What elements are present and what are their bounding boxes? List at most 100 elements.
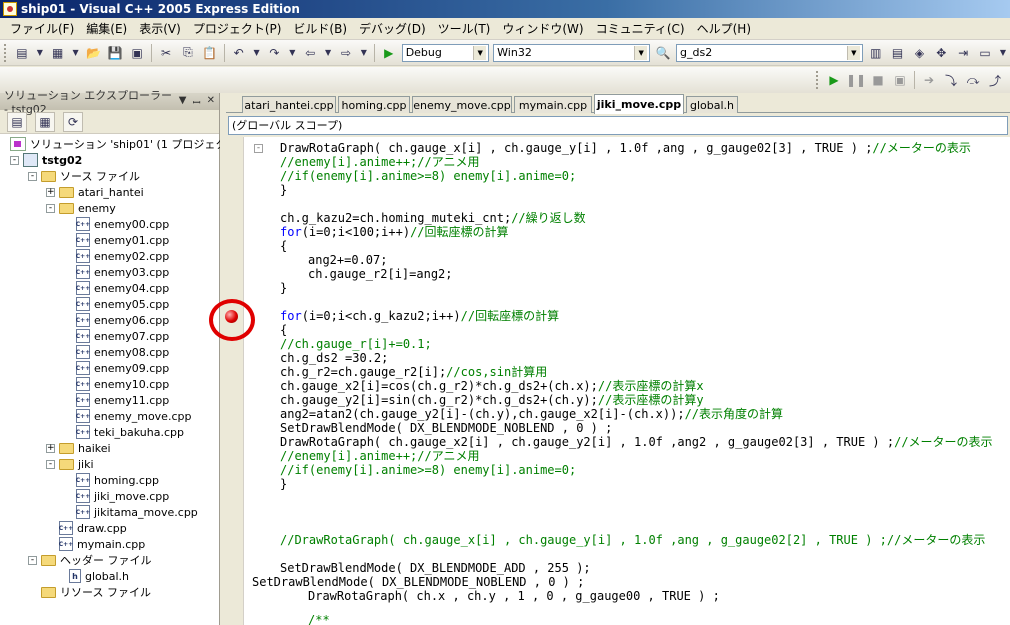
toolbar-grip[interactable] [4,43,8,62]
tree-node[interactable]: C++ enemy02.cpp [0,248,219,264]
tree-node[interactable]: C++ homing.cpp [0,472,219,488]
tree-node[interactable]: C++ mymain.cpp [0,536,219,552]
collapse-icon[interactable]: - [28,555,37,565]
tree-node[interactable]: ソリューション 'ship01' (1 プロジェクト) [0,136,242,152]
tab-enemy-move[interactable]: enemy_move.cpp [412,96,512,113]
expand-icon[interactable]: + [46,187,55,197]
toolbar-grip[interactable] [816,71,820,89]
platform-select[interactable]: Win32 ▼ [493,43,651,62]
chevron-down-icon[interactable]: ▼ [34,43,46,63]
tree-node[interactable]: + atari_hantei [0,184,219,200]
collapse-icon[interactable]: - [10,155,19,165]
continue-icon[interactable]: ▶ [824,70,844,90]
object-browser-icon[interactable]: ◈ [910,43,930,63]
menu-file[interactable]: ファイル(F) [4,18,80,39]
tree-node[interactable]: C++ enemy01.cpp [0,232,219,248]
restart-icon[interactable]: ▣ [890,70,910,90]
tree-node[interactable]: - ヘッダー ファイル [0,552,219,568]
open-folder-icon[interactable]: 📂 [84,43,104,63]
tree-node[interactable]: - tstg02 [0,152,219,168]
tab-mymain[interactable]: mymain.cpp [514,96,592,113]
chevron-down-icon[interactable]: ▼ [358,43,370,63]
tree-node[interactable]: C++ enemy05.cpp [0,296,219,312]
tree-node[interactable]: - jiki [0,456,219,472]
find-in-files-icon[interactable]: 🔍 [653,43,673,63]
add-item-icon[interactable]: ▦ [48,43,68,63]
cut-icon[interactable]: ✂ [156,43,176,63]
menu-tools[interactable]: ツール(T) [432,18,497,39]
tree-node[interactable]: C++ teki_bakuha.cpp [0,424,219,440]
code-editor[interactable]: - DrawRotaGraph( ch.gauge_x[i] , ch.gaug… [226,137,1010,625]
menu-window[interactable]: ウィンドウ(W) [496,18,589,39]
tab-atari-hantei[interactable]: atari_hantei.cpp [242,96,336,113]
refresh-icon[interactable]: ⟳ [63,111,83,132]
tree-node[interactable]: C++ jikitama_move.cpp [0,504,219,520]
step-into-icon[interactable]: ⤵ [941,70,961,90]
tree-node[interactable]: C++ enemy04.cpp [0,280,219,296]
chevron-down-icon[interactable]: ▼ [179,95,187,109]
tree-node[interactable]: + haikei [0,440,219,456]
navigate-forward-icon[interactable]: ⇨ [336,43,356,63]
tree-node[interactable]: C++ enemy06.cpp [0,312,219,328]
show-next-statement-icon[interactable]: ➔ [919,70,939,90]
properties-icon[interactable]: ▤ [888,43,908,63]
window-list-icon[interactable]: ▭ [975,43,995,63]
chevron-down-icon[interactable]: ▼ [997,43,1009,63]
solution-explorer-icon[interactable]: ▥ [866,43,886,63]
expand-icon[interactable]: + [46,443,55,453]
properties-icon[interactable]: ▤ [7,111,27,132]
collapse-icon[interactable]: - [46,459,55,469]
tree-node[interactable]: C++ enemy03.cpp [0,264,219,280]
undo-icon[interactable]: ↶ [229,43,249,63]
collapse-icon[interactable]: - [46,203,55,213]
menu-debug[interactable]: デバッグ(D) [353,18,432,39]
tree-node[interactable]: C++ draw.cpp [0,520,219,536]
stop-icon[interactable]: ■ [868,70,888,90]
menu-view[interactable]: 表示(V) [133,18,187,39]
chevron-down-icon[interactable]: ▼ [251,43,263,63]
menu-edit[interactable]: 編集(E) [80,18,133,39]
pause-icon[interactable]: ❚❚ [846,70,866,90]
chevron-down-icon[interactable]: ▼ [473,45,487,60]
tree-node[interactable]: C++ enemy09.cpp [0,360,219,376]
step-over-icon[interactable]: ⤼ [963,70,983,90]
tree-node[interactable]: C++ enemy07.cpp [0,328,219,344]
start-page-icon[interactable]: ⇥ [953,43,973,63]
menu-project[interactable]: プロジェクト(P) [187,18,288,39]
tree-node[interactable]: - ソース ファイル [0,168,219,184]
paste-icon[interactable]: 📋 [200,43,220,63]
tree-node[interactable]: C++ jiki_move.cpp [0,488,219,504]
chevron-down-icon[interactable]: ▼ [634,45,648,60]
tree-node[interactable]: - enemy [0,200,219,216]
tab-homing[interactable]: homing.cpp [338,96,410,113]
save-all-icon[interactable]: ▣ [127,43,147,63]
save-icon[interactable]: 💾 [105,43,125,63]
chevron-down-icon[interactable]: ▼ [846,45,860,60]
close-icon[interactable]: ✕ [207,95,215,109]
collapse-icon[interactable]: - [254,144,263,153]
new-project-icon[interactable]: ▤ [12,43,32,63]
find-combo[interactable]: g_ds2 ▼ [676,43,863,62]
tree-node[interactable]: リソース ファイル [0,584,219,600]
chevron-down-icon[interactable]: ▼ [70,43,82,63]
tree-node[interactable]: C++ enemy_move.cpp [0,408,219,424]
pin-icon[interactable]: ꟷ [192,95,200,109]
tree-node[interactable]: C++ enemy00.cpp [0,216,219,232]
menu-help[interactable]: ヘルプ(H) [691,18,757,39]
chevron-down-icon[interactable]: ▼ [322,43,334,63]
scope-select[interactable]: (グローバル スコープ) [228,115,1008,135]
menu-community[interactable]: コミュニティ(C) [590,18,691,39]
menu-build[interactable]: ビルド(B) [287,18,353,39]
tree-node[interactable]: C++ enemy10.cpp [0,376,219,392]
start-debug-icon[interactable]: ▶ [379,43,399,63]
tab-global-h[interactable]: global.h [686,96,738,113]
tree-node[interactable]: C++ enemy08.cpp [0,344,219,360]
breakpoint-gutter[interactable] [226,137,244,625]
toolbox-icon[interactable]: ✥ [931,43,951,63]
copy-icon[interactable]: ⎘ [178,43,198,63]
tree-node[interactable]: h global.h [0,568,219,584]
show-all-files-icon[interactable]: ▦ [35,111,55,132]
tab-jiki-move[interactable]: jiki_move.cpp [594,94,684,114]
navigate-backward-icon[interactable]: ⇦ [300,43,320,63]
chevron-down-icon[interactable]: ▼ [286,43,298,63]
